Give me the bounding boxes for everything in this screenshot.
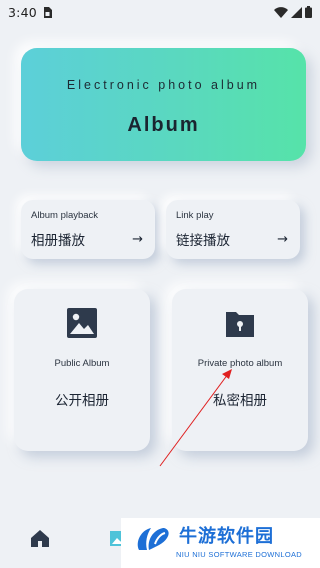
- arrow-right-icon: →: [132, 231, 143, 247]
- album-playback-label-cn: 相册播放: [31, 233, 85, 249]
- battery-icon: [305, 6, 312, 18]
- hero-subtitle: Electronic photo album: [66, 78, 261, 92]
- image-icon: [67, 308, 97, 338]
- public-album-label-cn: 公开相册: [55, 393, 109, 409]
- album-playback-card[interactable]: Album playback 相册播放 →: [21, 200, 155, 259]
- hero-title: Album: [127, 114, 200, 136]
- home-icon[interactable]: [30, 528, 50, 548]
- status-time: 3:40: [8, 4, 37, 20]
- album-playback-row: 相册播放 →: [31, 229, 143, 250]
- private-album-label-en: Private photo album: [197, 358, 283, 369]
- link-play-label-cn: 链接播放: [176, 233, 230, 249]
- locked-folder-icon: [226, 312, 254, 337]
- private-album-label-cn: 私密相册: [213, 393, 267, 409]
- watermark: 牛游软件园 NIU NIU SOFTWARE DOWNLOAD: [121, 518, 320, 568]
- watermark-logo-icon: [137, 528, 169, 550]
- public-album-card[interactable]: Public Album 公开相册: [14, 289, 150, 451]
- status-left: 3:40: [8, 5, 52, 20]
- watermark-title: 牛游软件园: [179, 526, 274, 547]
- arrow-right-icon: →: [277, 231, 288, 247]
- link-play-label-en: Link play: [176, 210, 214, 221]
- wifi-icon: [274, 6, 288, 18]
- private-album-card[interactable]: Private photo album 私密相册: [172, 289, 308, 451]
- status-right: [274, 6, 312, 18]
- signal-icon: [291, 6, 302, 18]
- sim-card-icon: [43, 6, 52, 18]
- watermark-subtitle: NIU NIU SOFTWARE DOWNLOAD: [176, 550, 302, 559]
- public-album-label-en: Public Album: [54, 358, 110, 369]
- status-bar: 3:40: [0, 0, 320, 24]
- hero-banner: Electronic photo album Album: [21, 48, 306, 161]
- link-play-card[interactable]: Link play 链接播放 →: [166, 200, 300, 259]
- album-playback-label-en: Album playback: [31, 210, 99, 221]
- link-play-row: 链接播放 →: [176, 229, 288, 250]
